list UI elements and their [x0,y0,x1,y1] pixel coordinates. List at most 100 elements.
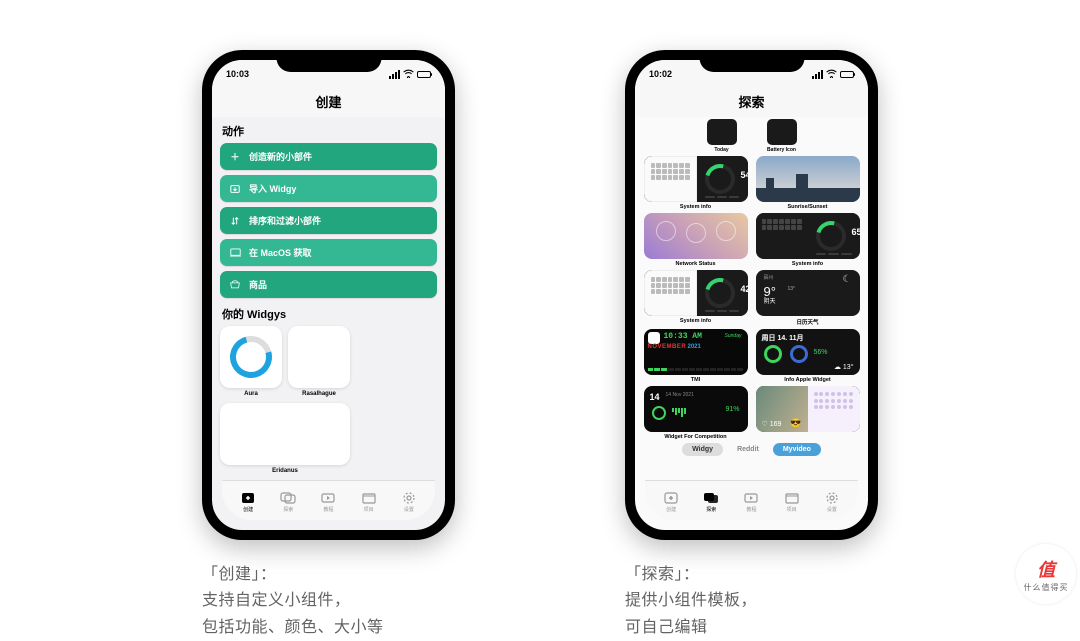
widget-sunrise-sunset[interactable]: Sunrise/Sunset [756,156,860,210]
filter-myvideo[interactable]: Myvideo [773,443,821,456]
create-tab-icon [240,491,256,505]
plus-icon: ＋ [229,150,241,163]
signal-icon [812,70,823,79]
notch [276,50,381,72]
tab-settings[interactable]: 设置 [401,491,417,513]
widget-system-info-3[interactable]: 42% System info [644,270,748,326]
widget-network-status[interactable]: Network Status [644,213,748,267]
tmi-time: 10:33 AM [664,332,702,341]
action-create-widget[interactable]: ＋ 创造新的小部件 [220,143,437,170]
watermark-logo: 值 [1037,556,1055,582]
widget-competition[interactable]: 14 14 Nov 2021 91% Widget For Competitio… [644,386,748,440]
widget-label: TMI [691,377,700,383]
widgy-rasalhague[interactable]: Rasalhague [288,326,350,397]
widgy-aura[interactable]: Aura [220,326,282,397]
sort-icon [229,216,241,226]
action-shop[interactable]: 商品 [220,271,437,298]
widget-system-info-1[interactable]: 54% System info [644,156,748,210]
wifi-icon [826,69,837,80]
notch [699,50,804,72]
page-title: 创建 [212,88,445,117]
topwidget-today[interactable]: Today [707,119,737,153]
filter-reddit[interactable]: Reddit [727,443,769,456]
tmi-day: Sunday [725,333,742,339]
tab-bar: 创建 探索 教程 项目 [645,480,858,520]
widget-info-apple[interactable]: 周日 14. 11月 56% ☁ 13° Info Apple Widget [756,329,860,383]
settings-tab-icon [401,491,417,505]
explore-tab-icon [703,491,719,505]
tab-label: 项目 [364,506,374,513]
tab-project[interactable]: 项目 [361,491,377,513]
widget-label: 日历天气 [796,318,818,326]
filter-row: Widgy Reddit Myvideo [643,443,860,456]
emoji-icon: 😎 [790,418,801,429]
info-pct: 56% [814,349,828,356]
action-sort-filter[interactable]: 排序和过滤小部件 [220,207,437,234]
tmi-month: NOVEMBER [648,344,687,350]
tab-bar: 创建 探索 教程 项目 [222,480,435,520]
shop-icon [229,280,241,290]
widget-label: Sunrise/Sunset [787,204,827,210]
tab-explore[interactable]: 探索 [703,491,719,513]
topwidget-battery[interactable]: Battery Icon [767,119,797,153]
screen-explore: 10:02 探索 Today Battery Icon [635,60,868,530]
tab-tutorial[interactable]: 教程 [743,491,759,513]
comp-date: 14 Nov 2021 [666,392,694,398]
import-icon [229,184,241,194]
tab-label: 设置 [404,506,414,513]
widgy-eridanus[interactable] [220,403,350,465]
explore-tab-icon [280,491,296,505]
tab-project[interactable]: 项目 [784,491,800,513]
tab-label: 教程 [746,506,756,513]
status-right [812,69,854,80]
tab-label: 教程 [323,506,333,513]
action-label: 导入 Widgy [249,182,296,195]
project-tab-icon [784,491,800,505]
action-label: 商品 [249,278,267,291]
widget-photo-lilac[interactable]: ♡ 169 😎 [756,386,860,440]
widgy-label: Rasalhague [302,391,336,397]
tmi-year: 2021 [688,344,701,350]
comp-pct: 91% [725,406,739,413]
watermark-smzdm: 值 什么值得买 [1016,544,1076,604]
widgy-label: Aura [244,391,258,397]
tab-settings[interactable]: 设置 [824,491,840,513]
battery-icon [417,71,431,78]
widget-calendar-weather[interactable]: 蘇州☾ 9° 13° 阴天 日历天气 [756,270,860,326]
tab-create[interactable]: 创建 [240,491,256,513]
battery-icon [840,71,854,78]
ring-icon [222,328,279,385]
action-label: 排序和过滤小部件 [249,214,321,227]
filter-widgy[interactable]: Widgy [682,443,723,456]
widget-label: Widget For Competition [664,434,726,440]
tab-explore[interactable]: 探索 [280,491,296,513]
widget-tmi[interactable]: 10:33 AM Sunday NOVEMBER 2021 TMI [644,329,748,383]
action-label: 在 MacOS 获取 [249,246,312,259]
tutorial-tab-icon [320,491,336,505]
page-title: 探索 [635,88,868,117]
photo-tag: ♡ 169 [762,420,782,428]
tab-label: 设置 [827,506,837,513]
widget-label: System info [680,318,711,324]
action-import-widgy[interactable]: 导入 Widgy [220,175,437,202]
action-get-macos[interactable]: 在 MacOS 获取 [220,239,437,266]
battery-pct: 54% [741,170,748,180]
phone-create: 10:03 创建 动作 ＋ 创造新的小部件 [202,50,455,540]
section-widgys-header: 你的 Widgys [222,306,435,322]
tab-label: 项目 [787,506,797,513]
widget-label: System info [680,204,711,210]
watermark-text: 什么值得买 [1024,582,1069,593]
screen-create: 10:03 创建 动作 ＋ 创造新的小部件 [212,60,445,530]
battery-pct: 42% [741,284,748,294]
info-weather: ☁ 13° [834,363,854,371]
widget-label: System info [792,261,823,267]
tab-create[interactable]: 创建 [663,491,679,513]
settings-tab-icon [824,491,840,505]
caption-right: 「探索」： 提供小组件模板， 可自己编辑 [625,562,878,641]
wifi-icon [403,69,414,80]
status-time: 10:03 [226,69,249,79]
tab-tutorial[interactable]: 教程 [320,491,336,513]
tab-label: 探索 [283,506,293,513]
widget-system-info-2[interactable]: 65% System info [756,213,860,267]
widget-label: Battery Icon [767,147,796,153]
